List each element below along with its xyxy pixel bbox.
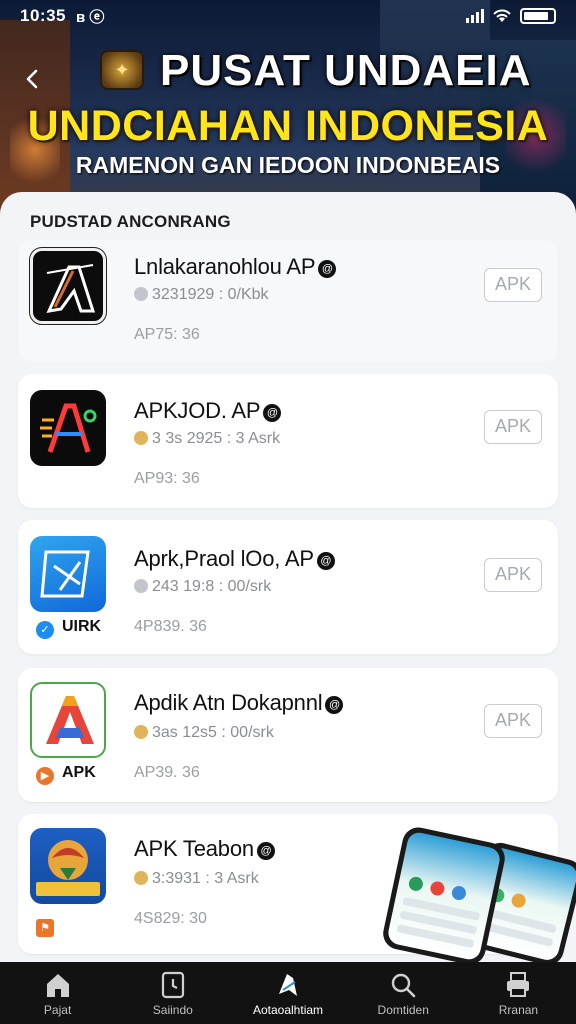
nav-label: Aotaoalhtiam: [252, 1002, 324, 1017]
app-name-text: Lnlakaranohlou AP: [134, 254, 316, 279]
verified-badge-icon: @: [318, 260, 337, 278]
app-tag: ⚑: [36, 916, 62, 937]
app-version: 4S829: 30: [134, 910, 207, 927]
app-meta-text: 3 3s 2925 : 3 Asrk: [152, 430, 281, 447]
clock-icon: [134, 725, 148, 739]
app-name-text: Aprk,Praol lOo, AP: [134, 546, 314, 571]
app-name-text: APKJOD. AP: [134, 398, 261, 423]
app-version: AP75: 36: [134, 326, 200, 343]
clock-icon: [134, 871, 148, 885]
battery-icon: [520, 8, 556, 24]
play-icon: ▶: [36, 767, 54, 785]
signal-icon: [466, 9, 484, 23]
app-logo-icon: [279, 973, 297, 996]
a-logo-colorful-icon: [30, 682, 106, 758]
search-icon: [392, 973, 416, 997]
app-card[interactable]: ▶ APK Apdik Atn Dokapnnl @ 3as 12s5 : 00/s…: [18, 668, 558, 802]
garuda-emblem-icon: [30, 828, 106, 904]
verified-badge-icon: @: [325, 696, 344, 714]
app-name: Aprk,Praol lOo, AP @: [134, 546, 335, 572]
app-meta-text: 243 19:8 : 00/srk: [152, 578, 272, 595]
nav-item-more[interactable]: Rranan: [461, 962, 576, 1024]
app-name: Lnlakaranohlou AP @: [134, 254, 337, 280]
app-meta-text: 3:3931 : 3 Asrk: [152, 870, 259, 887]
wifi-icon: [493, 9, 511, 22]
app-meta: 3 3s 2925 : 3 Asrk: [134, 430, 280, 448]
app-meta-text: 3as 12s5 : 00/srk: [152, 724, 274, 741]
nav-item-search[interactable]: Domtiden: [346, 962, 461, 1024]
clock-icon: [134, 431, 148, 445]
nav-label: Saiindo: [152, 1002, 193, 1017]
status-bar: 10:35 ʙ ⓔ: [0, 0, 576, 32]
home-icon: [46, 973, 69, 997]
app-tag: ▶ APK: [36, 764, 96, 785]
nav-item-app[interactable]: Aotaoalhtiam: [230, 962, 345, 1024]
status-time: 10:35: [20, 6, 66, 25]
phones-illustration: [374, 824, 576, 969]
verified-badge-icon: @: [256, 842, 275, 860]
apk-download-button[interactable]: APK: [484, 410, 542, 444]
app-tag-text: APK: [62, 764, 96, 781]
banner-subtitle: RAMENON GAN IEDOON INDONBEAIS: [75, 152, 501, 178]
apk-download-button[interactable]: APK: [484, 704, 542, 738]
app-meta: 243 19:8 : 00/srk: [134, 578, 271, 596]
app-card[interactable]: Lnlakaranohlou AP @ 3231929 : 0/Kbk AP75:…: [18, 240, 558, 362]
hero-banner: 10:35 ʙ ⓔ ✦ PUSAT UNDAEIA UNDCIAHAN INDO…: [0, 0, 576, 215]
app-version: AP93: 36: [134, 470, 200, 487]
a-logo-gradient-icon: [30, 390, 106, 466]
a-logo-dark-icon: [29, 247, 107, 325]
nav-item-home[interactable]: Pajat: [0, 962, 115, 1024]
app-name: APK Teabon @: [134, 836, 275, 862]
app-name-text: Apdik Atn Dokapnnl: [134, 690, 323, 715]
clock-icon: [161, 971, 184, 998]
nav-label: Pajat: [43, 1002, 72, 1017]
app-name-text: APK Teabon: [134, 836, 254, 861]
status-indicators: ʙ ⓔ: [75, 8, 105, 26]
section-title: PUDSTAD ANCONRANG: [30, 212, 231, 231]
apk-download-button[interactable]: APK: [484, 268, 542, 302]
verified-badge-icon: @: [316, 552, 335, 570]
app-meta-text: 3231929 : 0/Kbk: [152, 286, 269, 303]
app-card[interactable]: APKJOD. AP @ 3 3s 2925 : 3 Asrk AP93: 36 …: [18, 374, 558, 508]
chevron-left-icon: [26, 69, 38, 89]
clock-icon: [134, 287, 148, 301]
app-tag-text: UIRK: [62, 618, 102, 635]
app-tag: ✓ UIRK: [36, 618, 101, 639]
app-version: 4P839. 36: [134, 618, 207, 635]
app-meta: 3as 12s5 : 00/srk: [134, 724, 274, 742]
banner-title-highlight: UNDCIAHAN INDONESIA: [27, 102, 549, 150]
app-meta: 3231929 : 0/Kbk: [134, 286, 269, 304]
flag-icon: ⚑: [36, 919, 54, 937]
app-version: AP39. 36: [134, 764, 200, 781]
check-icon: ✓: [36, 621, 54, 639]
back-button[interactable]: [22, 68, 44, 90]
banner-title: PUSAT UNDAEIA: [160, 46, 532, 95]
blue-puzzle-icon: [30, 536, 106, 612]
eagle-emblem-icon: ✦: [100, 50, 144, 90]
app-name: APKJOD. AP @: [134, 398, 282, 424]
app-name: Apdik Atn Dokapnnl @: [134, 690, 344, 716]
nav-label: Domtiden: [377, 1002, 429, 1017]
verified-badge-icon: @: [263, 404, 282, 422]
apk-download-button[interactable]: APK: [484, 558, 542, 592]
app-card[interactable]: ✓ UIRK Aprk,Praol lOo, AP @ 243 19:8 : 00/…: [18, 520, 558, 654]
nav-label: Rranan: [498, 1002, 539, 1017]
printer-icon: [507, 971, 530, 997]
clock-icon: [134, 579, 148, 593]
app-meta: 3:3931 : 3 Asrk: [134, 870, 259, 888]
bottom-nav: Pajat Saiindo Aotaoalhtiam Domtiden Rran…: [0, 962, 576, 1024]
nav-item-history[interactable]: Saiindo: [115, 962, 230, 1024]
